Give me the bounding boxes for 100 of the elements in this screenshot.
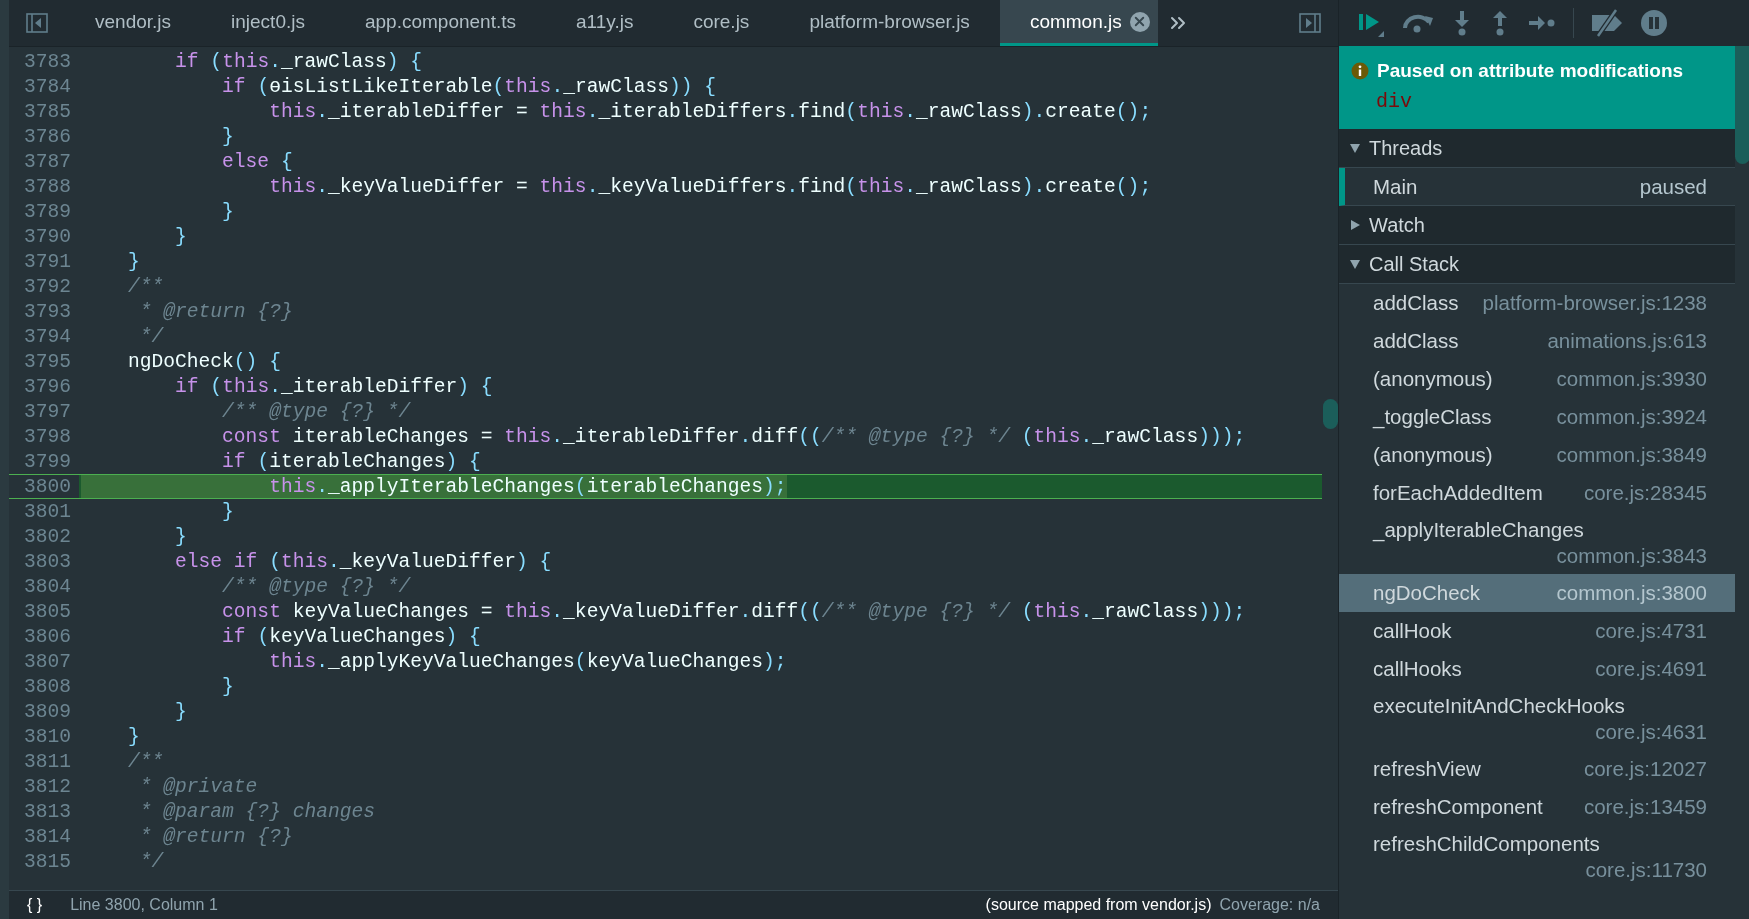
code-line: 3815 */: [9, 849, 1338, 874]
frame-location: core.js:13459: [1583, 795, 1707, 819]
section-title: Watch: [1369, 213, 1425, 237]
frame-function: forEachAddedItem: [1373, 481, 1543, 505]
source-map-link[interactable]: (source mapped from vendor.js): [985, 896, 1212, 914]
thread-name: Main: [1373, 174, 1418, 199]
frame-location: common.js:3800: [1556, 581, 1707, 605]
code-line: 3814 * @return {?}: [9, 824, 1338, 849]
code-line: 3793 * @return {?}: [9, 299, 1338, 324]
code-line: 3807 this._applyKeyValueChanges(keyValueChanges);: [9, 649, 1338, 674]
frame-function: (anonymous): [1373, 443, 1493, 467]
call-frame[interactable]: _applyIterableChanges common.js:3843: [1339, 512, 1735, 574]
code-line: 3787 else {: [9, 149, 1338, 174]
frame-function: _applyIterableChanges: [1373, 518, 1584, 542]
file-tab[interactable]: common.js: [999, 0, 1158, 46]
expanded-triangle-icon[interactable]: [1349, 258, 1361, 270]
section-title: Call Stack: [1369, 252, 1460, 276]
code-line: 3798 const iterableChanges = this._iterableDiffer.diff((/** @type {?} */ (this._rawClass)));: [9, 424, 1338, 449]
frame-location: animations.js:613: [1547, 329, 1707, 353]
scrollbar-thumb[interactable]: [1323, 399, 1338, 429]
code-line: 3788 this._keyValueDiffer = this._keyValueDiffers.find(this._rawClass).create();: [9, 174, 1338, 199]
code-line: 3812 * @private: [9, 774, 1338, 799]
frame-location: core.js:4691: [1595, 657, 1707, 681]
thread-status: paused: [1639, 174, 1707, 199]
code-line: 3783 if (this._rawClass) {: [9, 49, 1338, 74]
close-icon[interactable]: [1129, 11, 1150, 32]
code-line: 3805 const keyValueChanges = this._keyValueDiffer.diff((/** @type {?} */ (this._rawClass)));: [9, 599, 1338, 624]
code-line: 3785 this._iterableDiffer = this._iterableDiffers.find(this._rawClass).create();: [9, 99, 1338, 124]
code-line: 3803 else if (this._keyValueDiffer) {: [9, 549, 1338, 574]
file-tab[interactable]: vendor.js: [65, 0, 202, 46]
collapsed-triangle-icon[interactable]: [1349, 219, 1361, 231]
call-frame[interactable]: (anonymous) common.js:3930: [1339, 360, 1735, 398]
code-line: 3810 }: [9, 724, 1338, 749]
call-frame[interactable]: forEachAddedItem core.js:28345: [1339, 474, 1735, 512]
code-line: 3813 * @param {?} changes: [9, 799, 1338, 824]
frame-function: callHook: [1373, 619, 1452, 643]
code-line: 3808 }: [9, 674, 1338, 699]
code-line: 3784 if (ɵisListLikeIterable(this._rawClass)) {: [9, 74, 1338, 99]
frame-function: addClass: [1373, 291, 1459, 315]
frame-location: platform-browser.js:1238: [1482, 291, 1707, 315]
pretty-print-button[interactable]: { }: [27, 896, 43, 914]
pause-icon[interactable]: [1640, 9, 1668, 37]
code-line: 3789 }: [9, 199, 1338, 224]
call-frame[interactable]: refreshComponent core.js:13459: [1339, 788, 1735, 826]
pause-reason: Paused on attribute modifications: [1377, 60, 1684, 82]
frame-function: (anonymous): [1373, 367, 1493, 391]
threads-header[interactable]: Threads: [1339, 129, 1735, 168]
code-line: 3811 /**: [9, 749, 1338, 774]
frame-location: common.js:3849: [1556, 443, 1707, 467]
call-frame[interactable]: addClass platform-browser.js:1238: [1339, 284, 1735, 322]
frame-location: core.js:12027: [1583, 757, 1707, 781]
file-tab[interactable]: inject0.js: [201, 0, 335, 46]
file-tab[interactable]: core.js: [663, 0, 780, 46]
code-line: 3792 /**: [9, 274, 1338, 299]
frame-location: common.js:3924: [1556, 405, 1707, 429]
call-frame[interactable]: executeInitAndCheckHooks core.js:4631: [1339, 688, 1735, 750]
call-frame[interactable]: callHook core.js:4731: [1339, 612, 1735, 650]
watch-header[interactable]: Watch: [1339, 206, 1735, 245]
code-line: 3799 if (iterableChanges) {: [9, 449, 1338, 474]
code-line: 3796 if (this._iterableDiffer) {: [9, 374, 1338, 399]
code-line: 3794 */: [9, 324, 1338, 349]
frame-location: core.js:11730: [1585, 858, 1707, 882]
code-line: 3795 ngDoCheck() {: [9, 349, 1338, 374]
frame-function: refreshComponent: [1373, 795, 1543, 819]
code-line: 3786 }: [9, 124, 1338, 149]
line-number[interactable]: 3800: [9, 475, 79, 498]
frame-location: common.js:3843: [1556, 544, 1707, 568]
coverage-text: Coverage: n/a: [1219, 896, 1320, 914]
call-frame[interactable]: refreshView core.js:12027: [1339, 750, 1735, 788]
section-title: Threads: [1369, 136, 1443, 160]
code-line: 3801 }: [9, 499, 1338, 524]
code-line: 3802 }: [9, 524, 1338, 549]
call-frame[interactable]: addClass animations.js:613: [1339, 322, 1735, 360]
frame-location: core.js:4631: [1595, 720, 1707, 744]
code-line: 3790 }: [9, 224, 1338, 249]
frame-function: refreshView: [1373, 757, 1481, 781]
frame-location: core.js:28345: [1583, 481, 1707, 505]
frame-location: core.js:4731: [1595, 619, 1707, 643]
file-tab[interactable]: platform-browser.js: [779, 0, 1000, 46]
file-tab[interactable]: a11y.js: [546, 0, 664, 46]
file-tab[interactable]: app.component.ts: [334, 0, 546, 46]
scrollbar-thumb[interactable]: [1735, 46, 1749, 164]
code-line: 3806 if (keyValueChanges) {: [9, 624, 1338, 649]
call-stack-header[interactable]: Call Stack: [1339, 245, 1735, 284]
info-icon: [1351, 62, 1369, 80]
expanded-triangle-icon[interactable]: [1349, 142, 1361, 154]
pause-target[interactable]: div: [1376, 90, 1412, 113]
call-frame[interactable]: callHooks core.js:4691: [1339, 650, 1735, 688]
frame-function: refreshChildComponents: [1373, 832, 1600, 856]
call-frame[interactable]: refreshChildComponents core.js:11730: [1339, 826, 1735, 888]
frame-location: common.js:3930: [1556, 367, 1707, 391]
code-line: 3804 /** @type {?} */: [9, 574, 1338, 599]
frame-function: _toggleClass: [1373, 405, 1492, 429]
frame-function: callHooks: [1373, 657, 1462, 681]
call-frame[interactable]: ngDoCheck common.js:3800: [1339, 574, 1735, 612]
call-frame[interactable]: _toggleClass common.js:3924: [1339, 398, 1735, 436]
call-frame[interactable]: (anonymous) common.js:3849: [1339, 436, 1735, 474]
deactivate-breakpoints-icon[interactable]: [1590, 8, 1624, 38]
cursor-position: Line 3800, Column 1: [70, 896, 218, 914]
code-line: 3809 }: [9, 699, 1338, 724]
